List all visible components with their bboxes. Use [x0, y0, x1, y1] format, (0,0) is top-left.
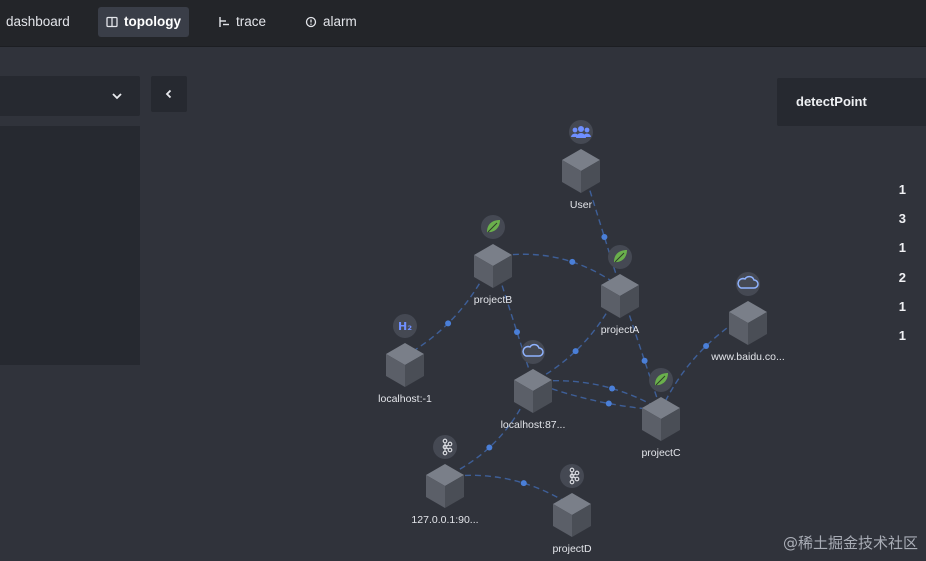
users-icon — [569, 120, 593, 144]
node-label: 127.0.0.1:90... — [411, 514, 478, 526]
edge-flow-dot — [572, 348, 579, 355]
svg-text:H₂: H₂ — [398, 320, 412, 333]
node-label: User — [570, 199, 593, 211]
node-label: projectB — [474, 294, 513, 306]
node-label: www.baidu.co... — [710, 351, 785, 363]
cloud-icon — [521, 340, 545, 364]
node-label: localhost:-1 — [378, 393, 432, 405]
node-label: projectD — [552, 543, 592, 555]
edge-link — [532, 379, 662, 411]
edge-link — [492, 253, 621, 288]
topology-node-projectC[interactable]: projectC — [641, 368, 681, 459]
edge-flow-dot — [609, 385, 616, 392]
edge-flow-dot — [601, 234, 608, 240]
topology-node-projectD[interactable]: projectD — [552, 464, 592, 555]
node-label: projectC — [641, 447, 681, 459]
edge-link — [444, 474, 573, 507]
node-label: localhost:87... — [501, 419, 566, 431]
spring-leaf-icon — [649, 368, 673, 392]
cloud-icon — [736, 272, 760, 296]
spring-leaf-icon — [481, 215, 505, 239]
topology-node-h2[interactable]: H₂ localhost:-1 — [378, 314, 432, 405]
topology-node-baidu[interactable]: www.baidu.co... — [710, 272, 785, 363]
edge-flow-dot — [514, 329, 520, 335]
watermark: @稀土掘金技术社区 — [782, 534, 918, 552]
h2-database-icon: H₂ — [393, 314, 417, 338]
spring-leaf-icon — [608, 245, 632, 269]
kafka-icon — [560, 464, 584, 488]
topology-node-projectA[interactable]: projectA — [601, 245, 640, 336]
topology-node-projectB[interactable]: projectB — [474, 215, 513, 306]
node-label: projectA — [601, 324, 640, 336]
topology-node-user[interactable]: User — [562, 120, 600, 211]
node-icon-bg — [736, 272, 760, 296]
edge-flow-dot — [569, 258, 576, 265]
edges-layer — [404, 161, 749, 507]
kafka-icon — [433, 435, 457, 459]
edge-flow-dot — [520, 480, 527, 487]
edge-link — [532, 381, 662, 411]
edge-flow-dot — [605, 400, 612, 407]
edge-flow-dot — [703, 342, 710, 349]
edge-flow-dot — [641, 357, 648, 364]
topology-node-local87[interactable]: localhost:87... — [501, 340, 566, 431]
node-icon-bg — [521, 340, 545, 364]
nodes-layer: User projectB projectA www.baidu.co... H₂ loc… — [378, 120, 785, 555]
edge-flow-dot — [486, 444, 493, 451]
topology-graph: User projectB projectA www.baidu.co... H₂ loc… — [378, 120, 785, 555]
topology-node-ip90[interactable]: 127.0.0.1:90... — [411, 435, 479, 526]
edge-flow-dot — [445, 320, 452, 327]
